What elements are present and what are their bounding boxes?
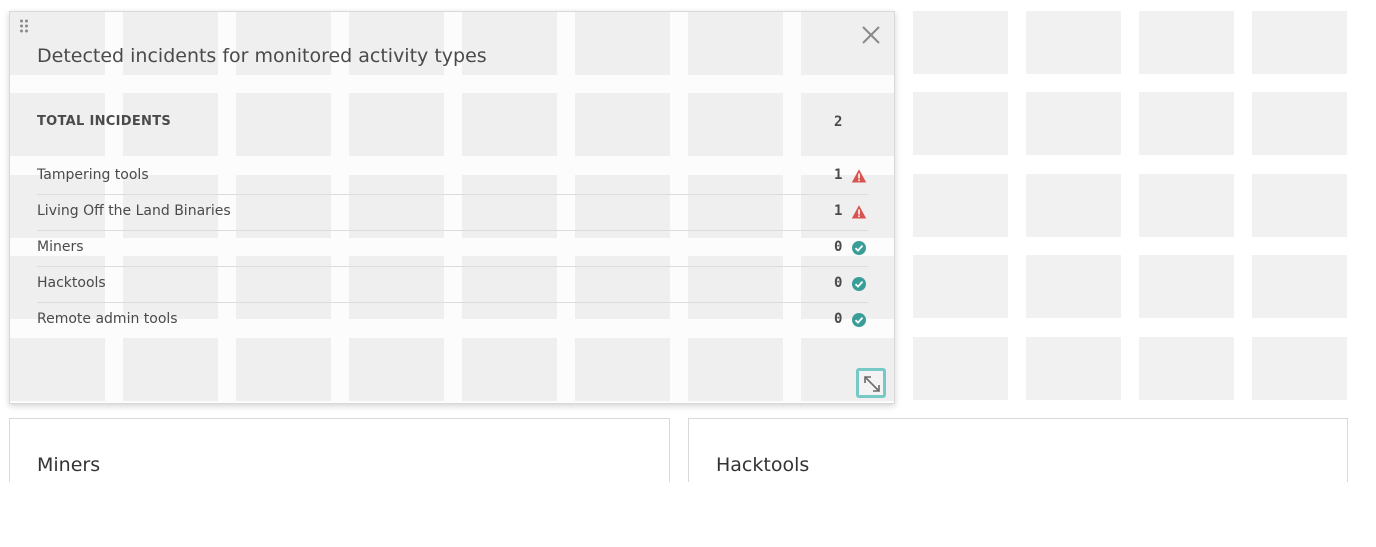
list-item[interactable]: Tampering tools 1 xyxy=(37,159,868,195)
card-title: Miners xyxy=(37,454,101,476)
blank-area xyxy=(0,482,1376,547)
list-item[interactable]: Hacktools 0 xyxy=(37,267,868,303)
activity-type-label: Remote admin tools xyxy=(37,311,178,327)
grid-placeholder-cell xyxy=(1252,337,1347,400)
grid-placeholder-cell xyxy=(1026,337,1121,400)
total-incidents-row: TOTAL INCIDENTS 2 xyxy=(37,114,868,134)
incidents-widget[interactable]: Detected incidents for monitored activit… xyxy=(9,11,895,404)
grid-placeholder-cell xyxy=(123,338,218,401)
drag-handle-icon[interactable] xyxy=(19,19,29,33)
grid-placeholder-cell xyxy=(913,11,1008,74)
grid-placeholder-cell xyxy=(1139,11,1234,74)
check-circle-icon xyxy=(851,240,867,256)
grid-placeholder-cell xyxy=(913,337,1008,400)
card-title: Hacktools xyxy=(716,454,810,476)
total-incidents-count: 2 xyxy=(834,114,843,130)
grid-placeholder-cell xyxy=(1026,174,1121,237)
incident-count: 1 xyxy=(834,167,843,183)
grid-placeholder-cell xyxy=(349,338,444,401)
grid-placeholder-cell xyxy=(1139,337,1234,400)
grid-placeholder-cell xyxy=(1139,92,1234,155)
activity-type-label: Miners xyxy=(37,239,84,255)
grid-placeholder-cell xyxy=(575,338,670,401)
incident-count: 0 xyxy=(834,311,843,327)
grid-placeholder-cell xyxy=(1026,255,1121,318)
grid-placeholder-cell xyxy=(1252,92,1347,155)
grid-placeholder-cell xyxy=(1139,174,1234,237)
grid-placeholder-cell xyxy=(913,92,1008,155)
grid-placeholder-cell xyxy=(1139,255,1234,318)
grid-placeholder-cell xyxy=(688,338,783,401)
activity-type-label: Hacktools xyxy=(37,275,106,291)
list-item[interactable]: Remote admin tools 0 xyxy=(37,303,868,339)
grid-placeholder-cell xyxy=(462,338,557,401)
incident-count: 0 xyxy=(834,239,843,255)
incident-count: 1 xyxy=(834,203,843,219)
grid-placeholder-cell xyxy=(575,12,670,75)
grid-placeholder-cell xyxy=(1252,255,1347,318)
list-item[interactable]: Living Off the Land Binaries 1 xyxy=(37,195,868,231)
grid-placeholder-cell xyxy=(1252,174,1347,237)
list-item[interactable]: Miners 0 xyxy=(37,231,868,267)
widget-title: Detected incidents for monitored activit… xyxy=(37,45,487,67)
grid-placeholder-cell xyxy=(10,338,105,401)
total-incidents-label: TOTAL INCIDENTS xyxy=(37,114,172,129)
incident-count: 0 xyxy=(834,275,843,291)
incident-type-list: Tampering tools 1 Living Off the Land Bi… xyxy=(37,159,868,339)
grid-placeholder-cell xyxy=(913,255,1008,318)
warning-triangle-icon xyxy=(851,204,867,220)
grid-placeholder-cell xyxy=(236,338,331,401)
warning-triangle-icon xyxy=(851,168,867,184)
grid-placeholder-cell xyxy=(913,174,1008,237)
activity-type-label: Living Off the Land Binaries xyxy=(37,203,231,219)
dashboard-edit-canvas: Detected incidents for monitored activit… xyxy=(0,0,1376,547)
activity-type-label: Tampering tools xyxy=(37,167,149,183)
check-circle-icon xyxy=(851,312,867,328)
resize-icon[interactable] xyxy=(856,368,886,398)
grid-placeholder-cell xyxy=(1026,92,1121,155)
grid-placeholder-cell xyxy=(688,12,783,75)
grid-placeholder-cell xyxy=(1026,11,1121,74)
check-circle-icon xyxy=(851,276,867,292)
grid-placeholder-cell xyxy=(1252,11,1347,74)
close-icon[interactable] xyxy=(860,24,882,46)
